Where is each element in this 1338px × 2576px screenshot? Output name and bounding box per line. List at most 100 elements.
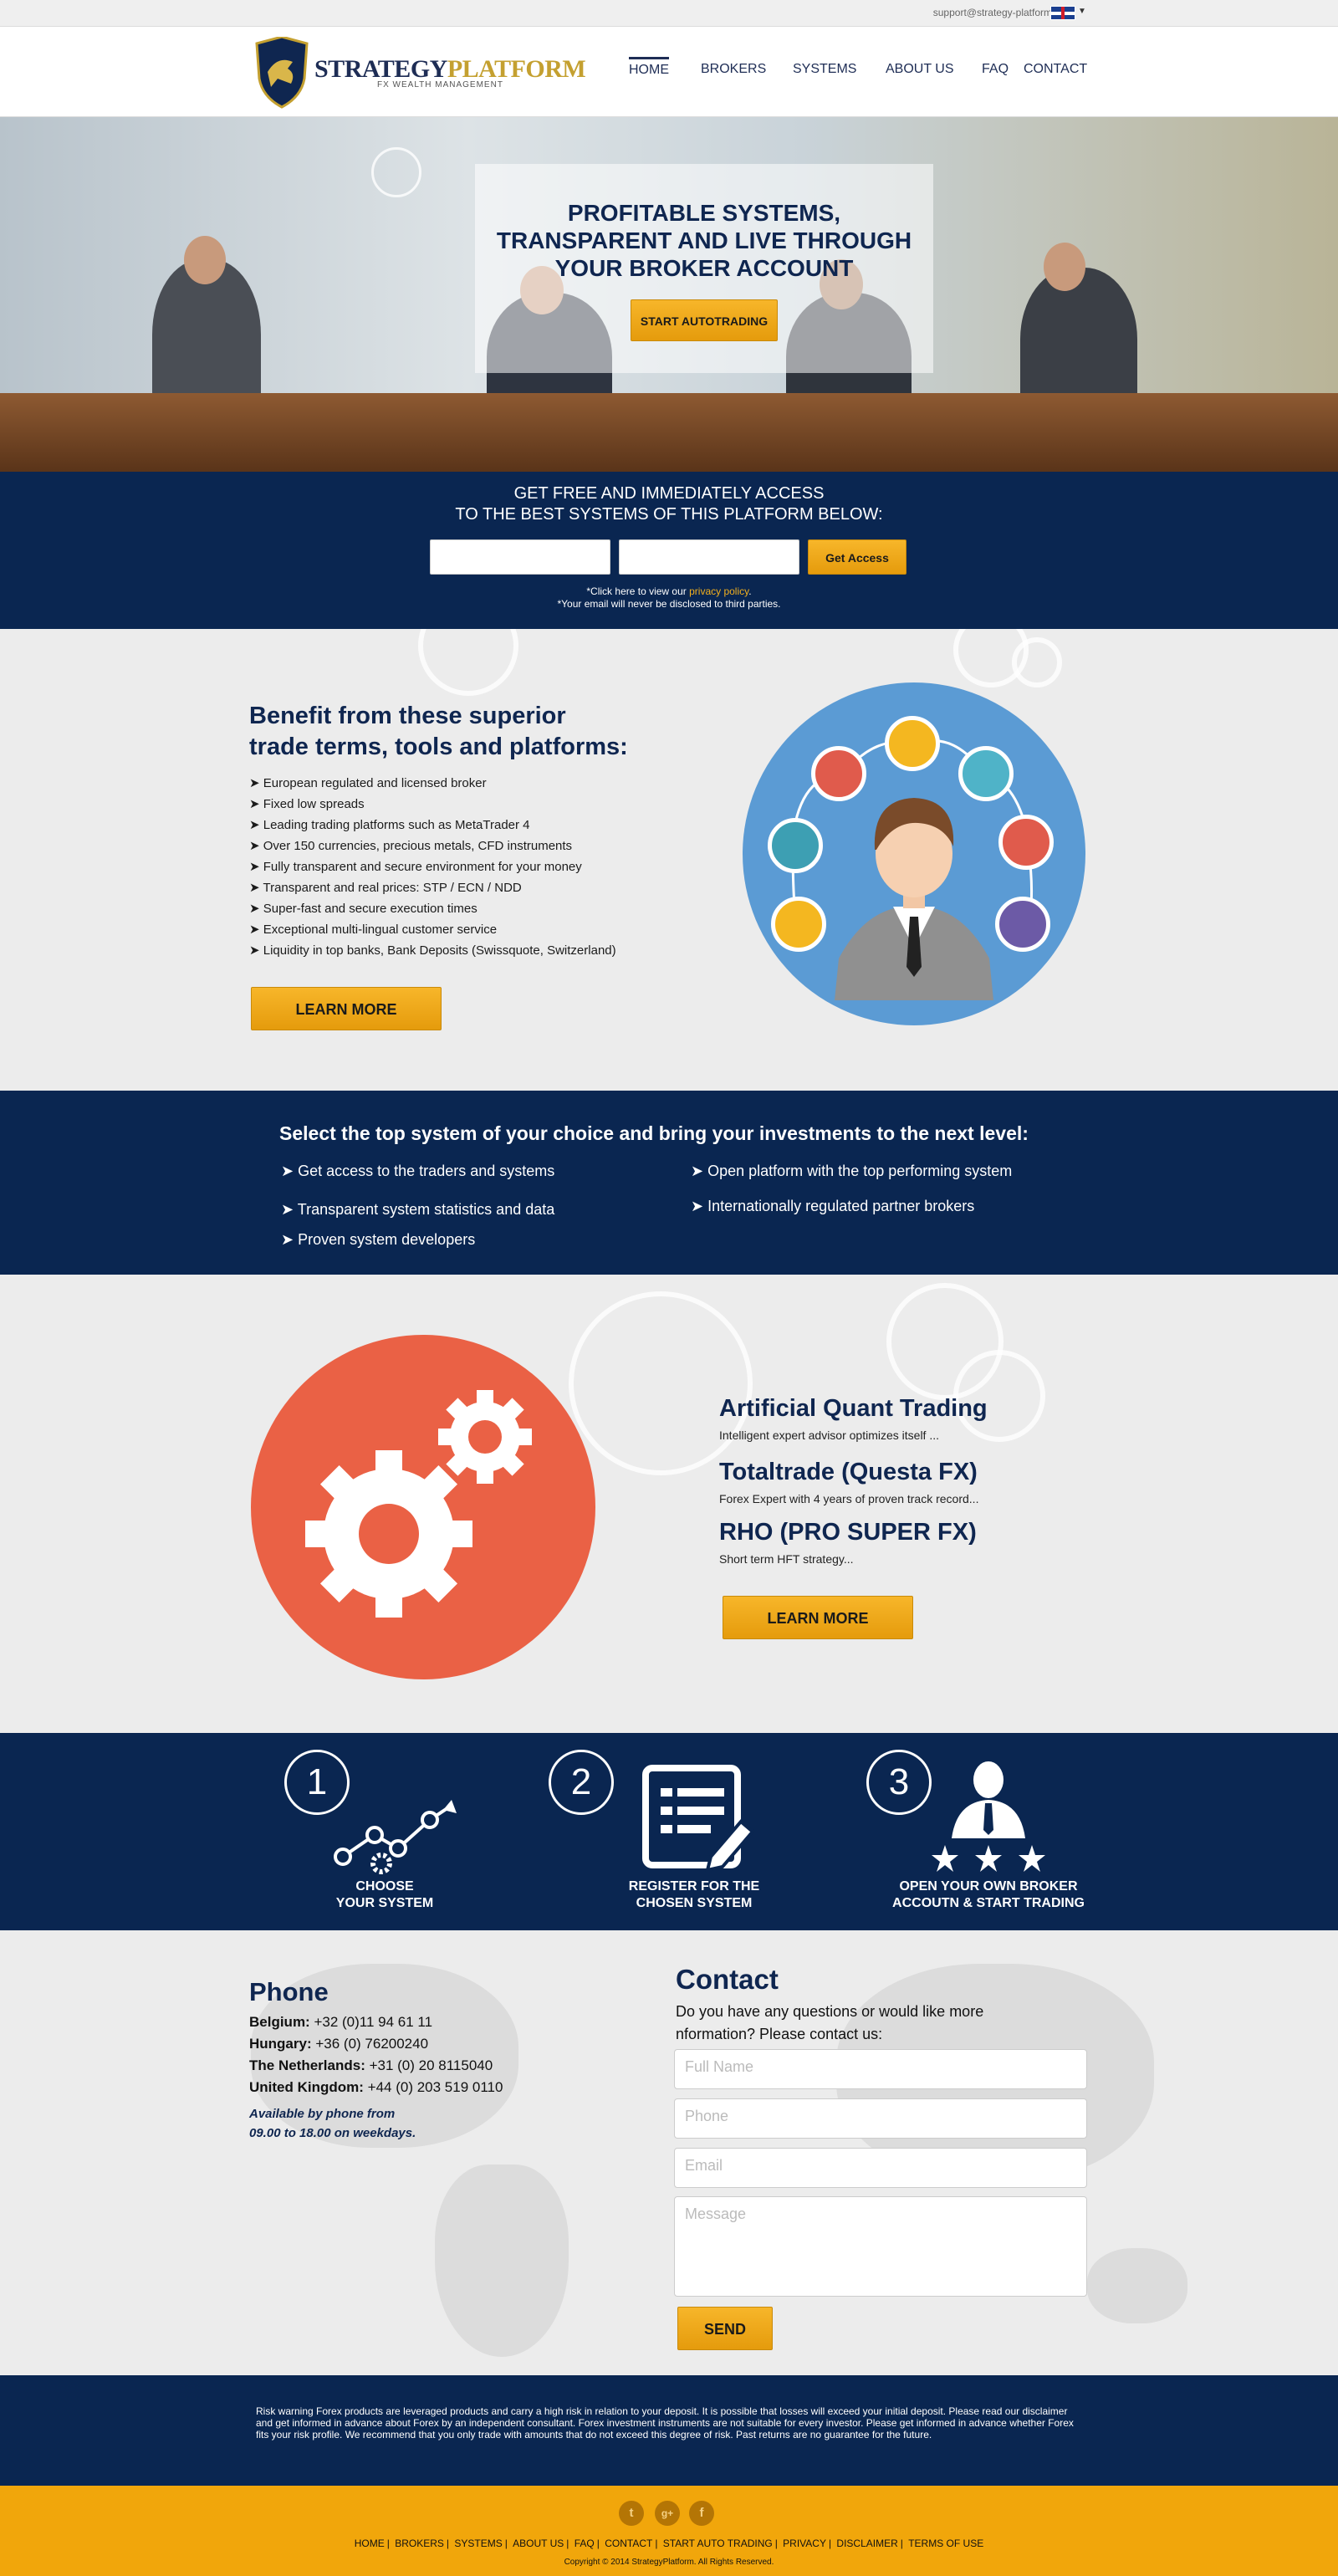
google-plus-icon[interactable]: g+ [655, 2501, 680, 2526]
signup-title: GET FREE AND IMMEDIATELY ACCESS TO THE B… [455, 484, 883, 524]
chart-icon [771, 897, 826, 952]
footer-link-about[interactable]: ABOUT US [510, 2538, 566, 2549]
phone-availability: Available by phone from 09.00 to 18.00 o… [249, 2107, 416, 2140]
systems-learn-more-button[interactable]: LEARN MORE [723, 1596, 913, 1639]
email-input[interactable] [619, 539, 799, 575]
footer-link-terms[interactable]: TERMS OF USE [906, 2538, 986, 2549]
select-item: ➤ Internationally regulated partner brok… [691, 1198, 975, 1214]
footer-link-faq[interactable]: FAQ [572, 2538, 597, 2549]
start-autotrading-button[interactable]: START AUTOTRADING [631, 299, 778, 341]
broker-stars-icon [932, 1761, 1045, 1872]
hero-table [0, 393, 1338, 472]
select-item: ➤ Transparent system statistics and data [281, 1201, 555, 1218]
name-input[interactable] [430, 539, 610, 575]
footer-link-disclaimer[interactable]: DISCLAIMER [834, 2538, 900, 2549]
message-field[interactable]: Message [674, 2196, 1087, 2297]
footer-link-start-auto-trading[interactable]: START AUTO TRADING [661, 2538, 775, 2549]
system-desc: Intelligent expert advisor optimizes its… [719, 1429, 940, 1442]
select-system-section: Select the top system of your choice and… [0, 1091, 1338, 1275]
select-title: Select the top system of your choice and… [279, 1122, 1029, 1144]
gears-icon [305, 1390, 532, 1618]
select-item: ➤ Get access to the traders and systems [281, 1163, 555, 1179]
facebook-icon[interactable]: f [689, 2501, 714, 2526]
lightbulb-icon [958, 746, 1014, 801]
gears-illustration [251, 1335, 595, 1679]
nav-contact[interactable]: CONTACT [1024, 62, 1087, 77]
system-name[interactable]: Totaltrade (Questa FX) [719, 1459, 978, 1486]
get-access-button[interactable]: Get Access [808, 539, 906, 575]
send-button[interactable]: SEND [677, 2307, 773, 2350]
benefit-item: ➤ Transparent and real prices: STP / ECN… [249, 881, 522, 895]
contact-section: Phone Belgium: +32 (0)11 94 61 11 Hungar… [0, 1930, 1338, 2375]
uk-flag-icon[interactable] [1050, 6, 1075, 20]
steps-section: 1 CHOOSE YOUR SYSTEM 2 REGISTER FOR THE CH… [0, 1733, 1338, 1930]
twitter-icon[interactable]: t [619, 2501, 644, 2526]
benefit-item: ➤ Fully transparent and secure environme… [249, 860, 582, 874]
benefit-item: ➤ Over 150 currencies, precious metals, … [249, 839, 573, 853]
step-label: REGISTER FOR THE CHOSEN SYSTEM [628, 1879, 760, 1910]
benefit-item: ➤ Fixed low spreads [249, 797, 365, 811]
risk-warning-text: Risk warning Forex products are leverage… [256, 2405, 1074, 2441]
site-header: STRATEGYPLATFORM FX WEALTH MANAGEMENT HO… [0, 27, 1338, 117]
phone-row: United Kingdom: +44 (0) 203 519 0110 [249, 2079, 503, 2095]
bank-icon [995, 897, 1050, 952]
copyright: Copyright © 2014 StrategyPlatform. All R… [564, 2558, 774, 2567]
language-dropdown-caret-icon[interactable]: ▼ [1078, 7, 1086, 16]
system-name[interactable]: RHO (PRO SUPER FX) [719, 1519, 977, 1546]
top-bar: support@strategy-platform.com ▼ [0, 0, 1338, 27]
businessman-illustration [743, 682, 1085, 1025]
footer-link-systems[interactable]: SYSTEMS [452, 2538, 504, 2549]
deco-ring [1012, 637, 1062, 687]
register-form-icon [642, 1765, 755, 1872]
system-desc: Forex Expert with 4 years of proven trac… [719, 1492, 979, 1505]
step-label: CHOOSE YOUR SYSTEM [335, 1879, 434, 1910]
nav-brokers[interactable]: BROKERS [701, 62, 766, 77]
site-footer: t g+ f HOME | BROKERS | SYSTEMS | ABOUT US |… [0, 2486, 1338, 2576]
nav-about-us[interactable]: ABOUT US [886, 62, 954, 77]
logo-subtitle: FX WEALTH MANAGEMENT [377, 80, 503, 89]
shield-logo-icon[interactable] [253, 37, 311, 109]
phone-row: Belgium: +32 (0)11 94 61 11 [249, 2014, 433, 2030]
learn-more-button[interactable]: LEARN MORE [251, 987, 442, 1030]
phone-row: Hungary: +36 (0) 76200240 [249, 2036, 429, 2052]
benefits-section: Benefit from these superior trade terms,… [0, 629, 1338, 1091]
signup-notes: *Click here to view our privacy policy. … [557, 585, 781, 610]
hero-person-1-head [184, 236, 226, 284]
phone-row: The Netherlands: +31 (0) 20 8115040 [249, 2057, 493, 2073]
benefit-item: ➤ European regulated and licensed broker [249, 776, 487, 790]
calculator-icon [998, 815, 1054, 870]
select-item: ➤ Open platform with the top performing … [691, 1163, 1013, 1179]
step-number: 2 [549, 1750, 614, 1815]
select-item: ➤ Proven system developers [281, 1231, 476, 1248]
systems-section: Artificial Quant Trading Intelligent exp… [0, 1275, 1338, 1733]
footer-link-home[interactable]: HOME [352, 2538, 387, 2549]
target-icon [811, 746, 866, 801]
footer-link-contact[interactable]: CONTACT [602, 2538, 655, 2549]
contact-intro: Do you have any questions or would like … [676, 2003, 984, 2042]
world-map-decoration [435, 2165, 569, 2357]
nav-faq[interactable]: FAQ [982, 62, 1009, 77]
hero-person-4-head [1044, 243, 1085, 291]
nav-systems[interactable]: SYSTEMS [793, 62, 856, 77]
footer-link-privacy[interactable]: PRIVACY [780, 2538, 829, 2549]
phone-field[interactable]: Phone [674, 2098, 1087, 2139]
privacy-policy-link[interactable]: privacy policy [689, 585, 748, 597]
step-number: 3 [866, 1750, 932, 1815]
risk-warning-section: Risk warning Forex products are leverage… [0, 2375, 1338, 2486]
footer-link-brokers[interactable]: BROKERS [392, 2538, 447, 2549]
deco-ring [418, 629, 518, 696]
logo-text[interactable]: STRATEGYPLATFORM [314, 55, 586, 84]
email-field[interactable]: Email [674, 2148, 1087, 2188]
benefit-item: ➤ Liquidity in top banks, Bank Deposits … [249, 943, 616, 958]
system-name[interactable]: Artificial Quant Trading [719, 1395, 988, 1423]
system-desc: Short term HFT strategy... [719, 1552, 854, 1566]
hero-decoration [371, 147, 421, 197]
contact-title: Contact [676, 1964, 779, 1995]
benefit-item: ➤ Super-fast and secure execution times [249, 902, 477, 916]
full-name-field[interactable]: Full Name [674, 2049, 1087, 2089]
cash-icon [768, 818, 823, 873]
phone-title: Phone [249, 1977, 329, 2006]
step-label: OPEN YOUR OWN BROKER ACCOUTN & START TRAD… [892, 1879, 1085, 1910]
hero-banner: PROFITABLE SYSTEMS, TRANSPARENT AND LIVE… [0, 117, 1338, 472]
nav-home[interactable]: HOME [629, 57, 669, 78]
